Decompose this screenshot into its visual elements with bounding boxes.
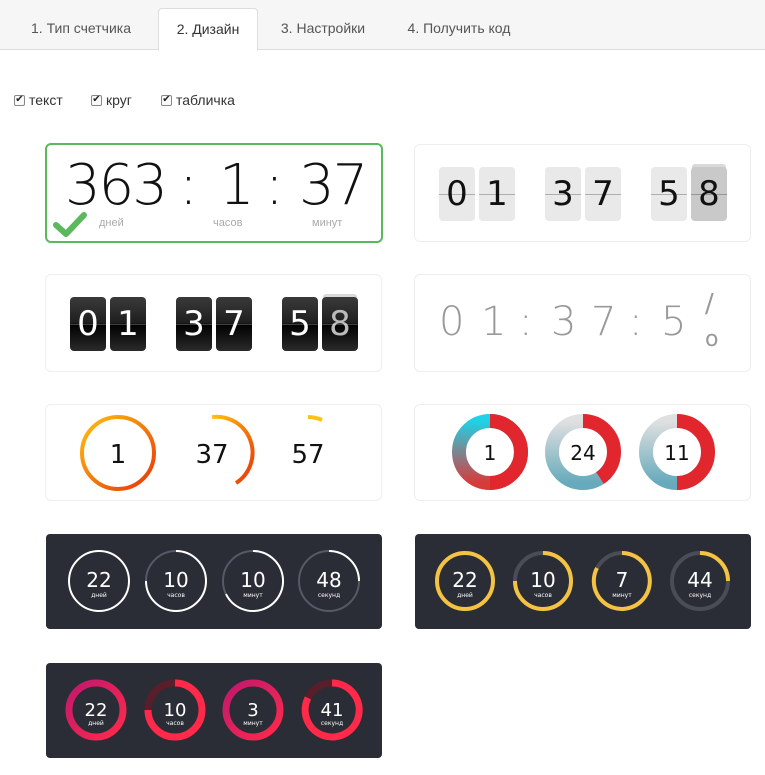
circle-value: 1: [484, 441, 497, 465]
circle-unit: минут: [243, 720, 263, 727]
hours-value: 1: [219, 153, 255, 218]
filter-text-checkbox[interactable]: ✔ текст: [14, 92, 63, 108]
tab-counter-type[interactable]: 1. Тип счетчика: [14, 8, 148, 50]
flip-bottom-fragment: o: [705, 327, 719, 352]
tab-design[interactable]: 2. Дизайн: [158, 8, 258, 51]
digit: 1: [481, 299, 507, 345]
flip-digit: 1: [110, 297, 146, 351]
design-option-big-text[interactable]: 363 : 1 : 37 дней часов минут: [45, 143, 383, 243]
circle-value: 44: [687, 568, 712, 592]
circle-value: 48: [316, 568, 341, 592]
circle-value: 11: [664, 441, 689, 465]
checkmark-icon: [53, 212, 87, 237]
digit: 0: [439, 299, 465, 345]
dark-pink-rings-graphic: 22 дней 10 часов 3 минут 41 секунд: [65, 679, 363, 741]
circle-value: 10: [164, 700, 187, 721]
minutes-value: 37: [299, 153, 368, 218]
separator: :: [519, 299, 533, 345]
circle-unit: дней: [91, 592, 107, 599]
separator: :: [265, 153, 284, 218]
hours-unit: часов: [213, 217, 243, 229]
design-option-dark-white-rings[interactable]: 22 дней 10 часов 10 минут 48 секунд: [46, 534, 382, 629]
flip-digit: 5: [282, 297, 318, 351]
circle-value: 41: [321, 700, 344, 721]
checkbox-icon: ✔: [14, 94, 25, 106]
circle-unit: дней: [457, 592, 473, 599]
flip-digit: 1: [479, 167, 515, 221]
separator: :: [179, 153, 198, 218]
filter-circle-label: круг: [106, 92, 132, 108]
circle-unit: часов: [166, 720, 184, 727]
minutes-unit: минут: [312, 217, 343, 229]
flip-digit: 7: [585, 167, 621, 221]
donut-rings-graphic: 1 24 11: [452, 414, 716, 490]
dark-gold-rings-graphic: 22 дней 10 часов 7 минут 44 секунд: [435, 551, 730, 611]
separator: :: [629, 299, 643, 345]
circle-unit: секунд: [318, 592, 340, 599]
circle-unit: минут: [612, 592, 632, 599]
dark-white-rings-graphic: 22 дней 10 часов 10 минут 48 секунд: [68, 550, 360, 612]
circle-value: 22: [85, 700, 108, 721]
circle-value: 7: [616, 568, 629, 592]
circle-value: 10: [240, 568, 265, 592]
circle-value: 10: [530, 568, 555, 592]
filter-circle-checkbox[interactable]: ✔ круг: [91, 92, 132, 108]
design-option-arc-circles[interactable]: 1 37 57: [45, 404, 382, 501]
circle-unit: часов: [167, 592, 185, 599]
digit: 7: [591, 299, 617, 345]
flip-digit: 7: [216, 297, 252, 351]
circle-value: 24: [570, 441, 595, 465]
flip-digit: 8: [691, 167, 727, 221]
flip-digit: 0: [439, 167, 475, 221]
circle-value: 22: [86, 568, 111, 592]
filter-table-checkbox[interactable]: ✔ табличка: [161, 92, 235, 108]
circle-value: 1: [110, 440, 127, 470]
flip-digit: 3: [176, 297, 212, 351]
filter-text-label: текст: [29, 92, 63, 108]
design-option-dark-pink-rings[interactable]: 22 дней 10 часов 3 минут 41 секунд: [46, 663, 382, 758]
digit: 3: [551, 299, 577, 345]
circle-value: 22: [452, 568, 477, 592]
flip-digit: 3: [545, 167, 581, 221]
circle-unit: дней: [88, 720, 104, 727]
circle-unit: секунд: [321, 720, 343, 727]
circle-unit: часов: [534, 592, 552, 599]
arc-circles-graphic: 1 37 57: [80, 414, 325, 491]
tab-settings[interactable]: 3. Настройки: [268, 8, 378, 50]
circle-value: 3: [247, 700, 258, 721]
tab-bar: 1. Тип счетчика 2. Дизайн 3. Настройки 4…: [0, 0, 765, 51]
design-option-thin-text[interactable]: 0 1 : 3 7 : 5 / o: [414, 274, 751, 372]
circle-unit: минут: [243, 592, 263, 599]
design-option-donut-rings[interactable]: 1 24 11: [414, 404, 751, 501]
flip-top-fragment: /: [705, 289, 714, 319]
flip-digit: 0: [70, 297, 106, 351]
days-unit: дней: [99, 217, 124, 229]
flip-digit: 5: [651, 167, 687, 221]
circle-value: 57: [291, 440, 324, 470]
days-value: 363: [65, 153, 168, 218]
circle-value: 10: [163, 568, 188, 592]
design-option-dark-gold-rings[interactable]: 22 дней 10 часов 7 минут 44 секунд: [415, 534, 751, 629]
filter-table-label: табличка: [176, 92, 235, 108]
checkbox-icon: ✔: [91, 94, 102, 106]
digit: 5: [661, 299, 687, 345]
progress-ring: [307, 415, 323, 422]
circle-unit: секунд: [689, 592, 711, 599]
flip-digit: 8: [322, 297, 358, 351]
design-option-dark-flip[interactable]: 0 1 3 7 5 8: [45, 274, 382, 372]
circle-value: 37: [195, 440, 228, 470]
checkbox-icon: ✔: [161, 94, 172, 106]
design-option-light-flip[interactable]: 0 1 3 7 5 8: [414, 144, 751, 242]
tab-get-code[interactable]: 4. Получить код: [392, 8, 526, 50]
